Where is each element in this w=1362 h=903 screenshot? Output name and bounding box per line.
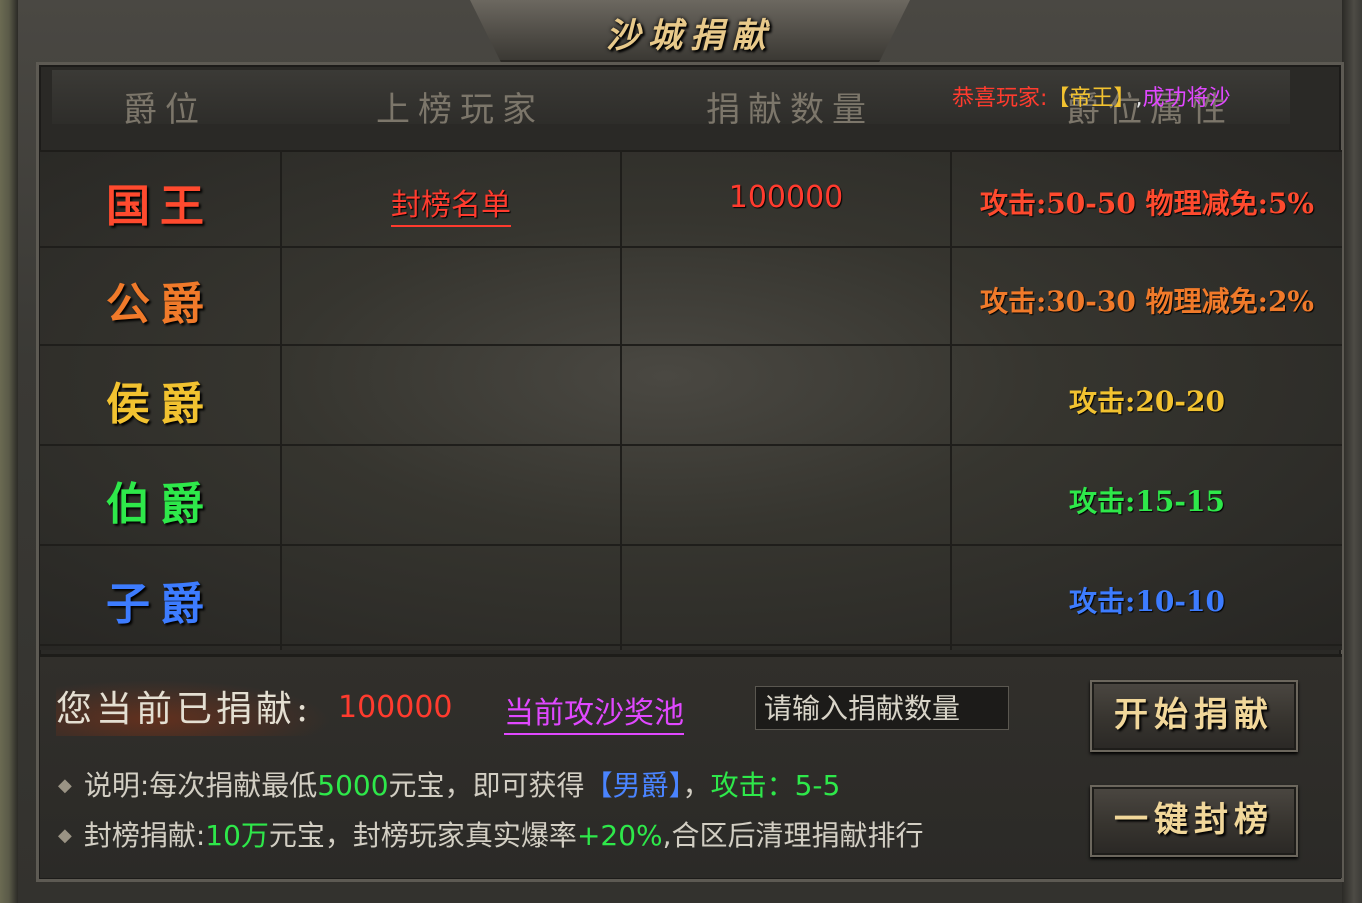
attr-duke: 攻击:30-30 物理减免:2% <box>979 285 1315 318</box>
column-divider <box>620 150 622 650</box>
note-line-1: ◆ 说明:每次捐献最低5000元宝，即可获得【男爵】，攻击：5-5 <box>58 764 840 804</box>
donated-label: 您当前已捐献: <box>56 680 333 736</box>
rank-king: 国王 <box>106 181 214 232</box>
note1-text-e: ， <box>682 769 711 802</box>
header-amount: 捐献数量 <box>706 90 874 130</box>
note1-attack: 攻击：5-5 <box>710 769 841 802</box>
amount-king: 100000 <box>728 180 844 215</box>
column-divider <box>280 150 282 650</box>
donated-value: 100000 <box>338 690 453 725</box>
attr-earl: 攻击:15-15 <box>1069 485 1225 518</box>
note2-rate: +20% <box>576 819 663 852</box>
attr-marquis: 攻击:20-20 <box>1069 385 1225 418</box>
donation-amount-input[interactable] <box>755 686 1009 730</box>
note2-amount: 10万 <box>205 819 269 852</box>
attr-king: 攻击:50-50 物理减免:5% <box>979 187 1315 220</box>
marquee-suffix: 成功将沙 <box>1142 86 1231 110</box>
player-link[interactable]: 封榜名单 <box>391 188 511 227</box>
announcement-marquee: 恭喜玩家:【帝王】,成功将沙 <box>952 80 1288 110</box>
note2-text-c: 元宝，封榜玩家真实爆率 <box>268 819 577 852</box>
note1-title: 【男爵】 <box>584 769 683 802</box>
note-line-2: ◆ 封榜捐献:10万元宝，封榜玩家真实爆率+20%,合区后清理捐献排行 <box>58 814 924 854</box>
start-donate-button[interactable]: 开始捐献 <box>1090 680 1298 752</box>
bullet-icon: ◆ <box>58 775 72 796</box>
player-seal-list[interactable]: 封榜名单 <box>282 180 620 227</box>
rank-marquis: 侯爵 <box>106 379 214 430</box>
seal-ranking-button[interactable]: 一键封榜 <box>1090 785 1298 857</box>
note2-text-a: 封榜捐献: <box>83 819 206 852</box>
siege-prize-pool-link[interactable]: 当前攻沙奖池 <box>504 688 684 735</box>
marquee-prefix: 恭喜玩家: <box>952 86 1048 110</box>
right-border <box>1342 0 1362 903</box>
note1-text-a: 说明:每次捐献最低 <box>83 769 318 802</box>
note1-min-amount: 5000 <box>317 769 389 802</box>
rank-duke: 公爵 <box>106 279 214 330</box>
rank-viscount: 子爵 <box>106 579 214 630</box>
bullet-icon: ◆ <box>58 825 72 846</box>
window-title: 沙城捐献 <box>606 16 774 56</box>
marquee-title: 【帝王】 <box>1047 86 1136 110</box>
rank-earl: 伯爵 <box>106 479 214 530</box>
attr-viscount: 攻击:10-10 <box>1069 585 1225 618</box>
header-rank: 爵位 <box>123 90 207 130</box>
note1-text-c: 元宝，即可获得 <box>388 769 585 802</box>
left-border <box>0 0 18 903</box>
header-player: 上榜玩家 <box>376 90 544 130</box>
note2-text-e: ,合区后清理捐献排行 <box>662 819 924 852</box>
